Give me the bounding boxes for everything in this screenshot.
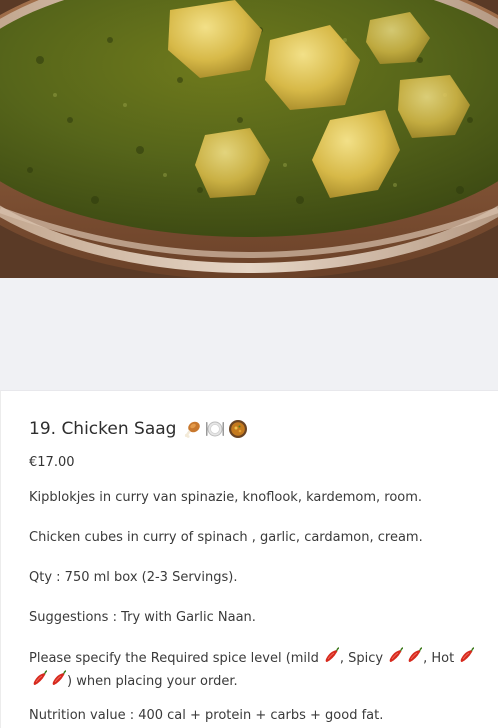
chili-pepper-icon [386,647,404,665]
chili-pepper-icon [322,647,340,665]
spice-outro-text: ) when placing your order. [67,674,238,689]
quantity-info: Qty : 750 ml box (2-3 Servings). [29,570,238,585]
chili-pepper-icon [49,670,67,688]
item-title: 19. Chicken Saag [29,419,177,439]
spice-level-note: Please specify the Required spice level … [29,647,479,693]
chili-pepper-icon [30,670,48,688]
chicken-leg-icon [184,420,202,438]
spice-hot-label: , Hot [423,651,455,666]
suggestions-info: Suggestions : Try with Garlic Naan. [29,610,256,625]
chili-pepper-icon [405,647,423,665]
dish-photo [0,0,498,278]
spice-intro-text: Please specify the Required spice level … [29,651,319,666]
description-english: Chicken cubes in curry of spinach , garl… [29,530,423,545]
spice-spicy-label: , Spicy [339,651,384,666]
plate-cutlery-icon [205,420,225,438]
item-price: €17.00 [29,455,75,470]
image-placeholder-band [0,278,498,390]
item-details: 19. Chicken Saag €17.00 Kipblokjes in cu… [0,390,498,728]
title-emoji-group [184,419,248,439]
menu-item-card: 19. Chicken Saag €17.00 Kipblokjes in cu… [0,0,498,728]
chili-pepper-icon [457,647,475,665]
curry-bowl-icon [228,419,248,439]
nutrition-info: Nutrition value : 400 cal + protein + ca… [29,708,384,723]
item-title-row: 19. Chicken Saag [29,419,248,439]
description-dutch: Kipblokjes in curry van spinazie, knoflo… [29,490,423,505]
